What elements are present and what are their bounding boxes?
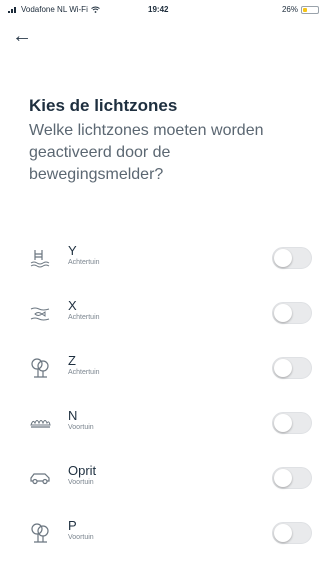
battery-fill	[303, 7, 307, 12]
zone-toggle[interactable]	[272, 412, 312, 434]
tree-icon	[29, 521, 51, 543]
zone-row: P Voortuin	[0, 507, 327, 562]
zone-name: Y	[68, 243, 77, 258]
zone-area: Achtertuin	[68, 259, 100, 266]
toggle-knob	[274, 414, 292, 432]
zone-list: Y Achtertuin X Achtertuin Z Achtertuin N Voortu…	[0, 232, 327, 562]
zone-name: P	[68, 518, 77, 533]
toggle-knob	[274, 359, 292, 377]
zone-row: Y Achtertuin	[0, 232, 327, 287]
back-arrow-icon[interactable]: ←	[12, 24, 36, 48]
status-right: 26%	[282, 5, 319, 14]
zone-row: Oprit Voortuin	[0, 452, 327, 507]
battery-percentage: 26%	[281, 5, 298, 14]
zone-toggle[interactable]	[272, 357, 312, 379]
zone-row: Z Achtertuin	[0, 342, 327, 397]
zone-toggle[interactable]	[272, 467, 312, 489]
tree-icon	[29, 356, 51, 378]
zone-toggle[interactable]	[272, 522, 312, 544]
zone-row: X Achtertuin	[0, 287, 327, 342]
status-time: 19:42	[148, 5, 169, 14]
car-icon	[29, 466, 51, 488]
battery-icon	[301, 5, 319, 14]
signal-icon	[8, 7, 16, 13]
pond-icon	[29, 301, 51, 323]
zone-toggle[interactable]	[272, 247, 312, 269]
toggle-knob	[274, 249, 292, 267]
zone-name: N	[68, 408, 78, 423]
zone-name: Z	[68, 353, 76, 368]
pool-icon	[29, 246, 51, 268]
status-left: Vodafone NL Wi-Fi	[8, 5, 100, 14]
zone-name: Oprit	[68, 463, 97, 478]
status-bar: Vodafone NL Wi-Fi 19:42 26%	[0, 0, 327, 20]
zone-area: Voortuin	[68, 479, 94, 486]
toggle-knob	[274, 469, 292, 487]
zone-area: Voortuin	[68, 534, 94, 541]
zone-name: X	[68, 298, 77, 313]
zone-area: Achtertuin	[68, 314, 100, 321]
zone-area: Achtertuin	[68, 369, 100, 376]
zone-area: Voortuin	[68, 424, 94, 431]
toggle-knob	[274, 524, 292, 542]
page-title: Kies de lichtzones	[29, 96, 178, 115]
wifi-icon	[91, 6, 100, 13]
toggle-knob	[274, 304, 292, 322]
zone-toggle[interactable]	[272, 302, 312, 324]
zone-row: N Voortuin	[0, 397, 327, 452]
page-subtitle: Welke lichtzones moeten worden geactivee…	[29, 122, 264, 183]
hedge-icon	[29, 411, 51, 433]
carrier-label: Vodafone NL Wi-Fi	[21, 5, 88, 14]
